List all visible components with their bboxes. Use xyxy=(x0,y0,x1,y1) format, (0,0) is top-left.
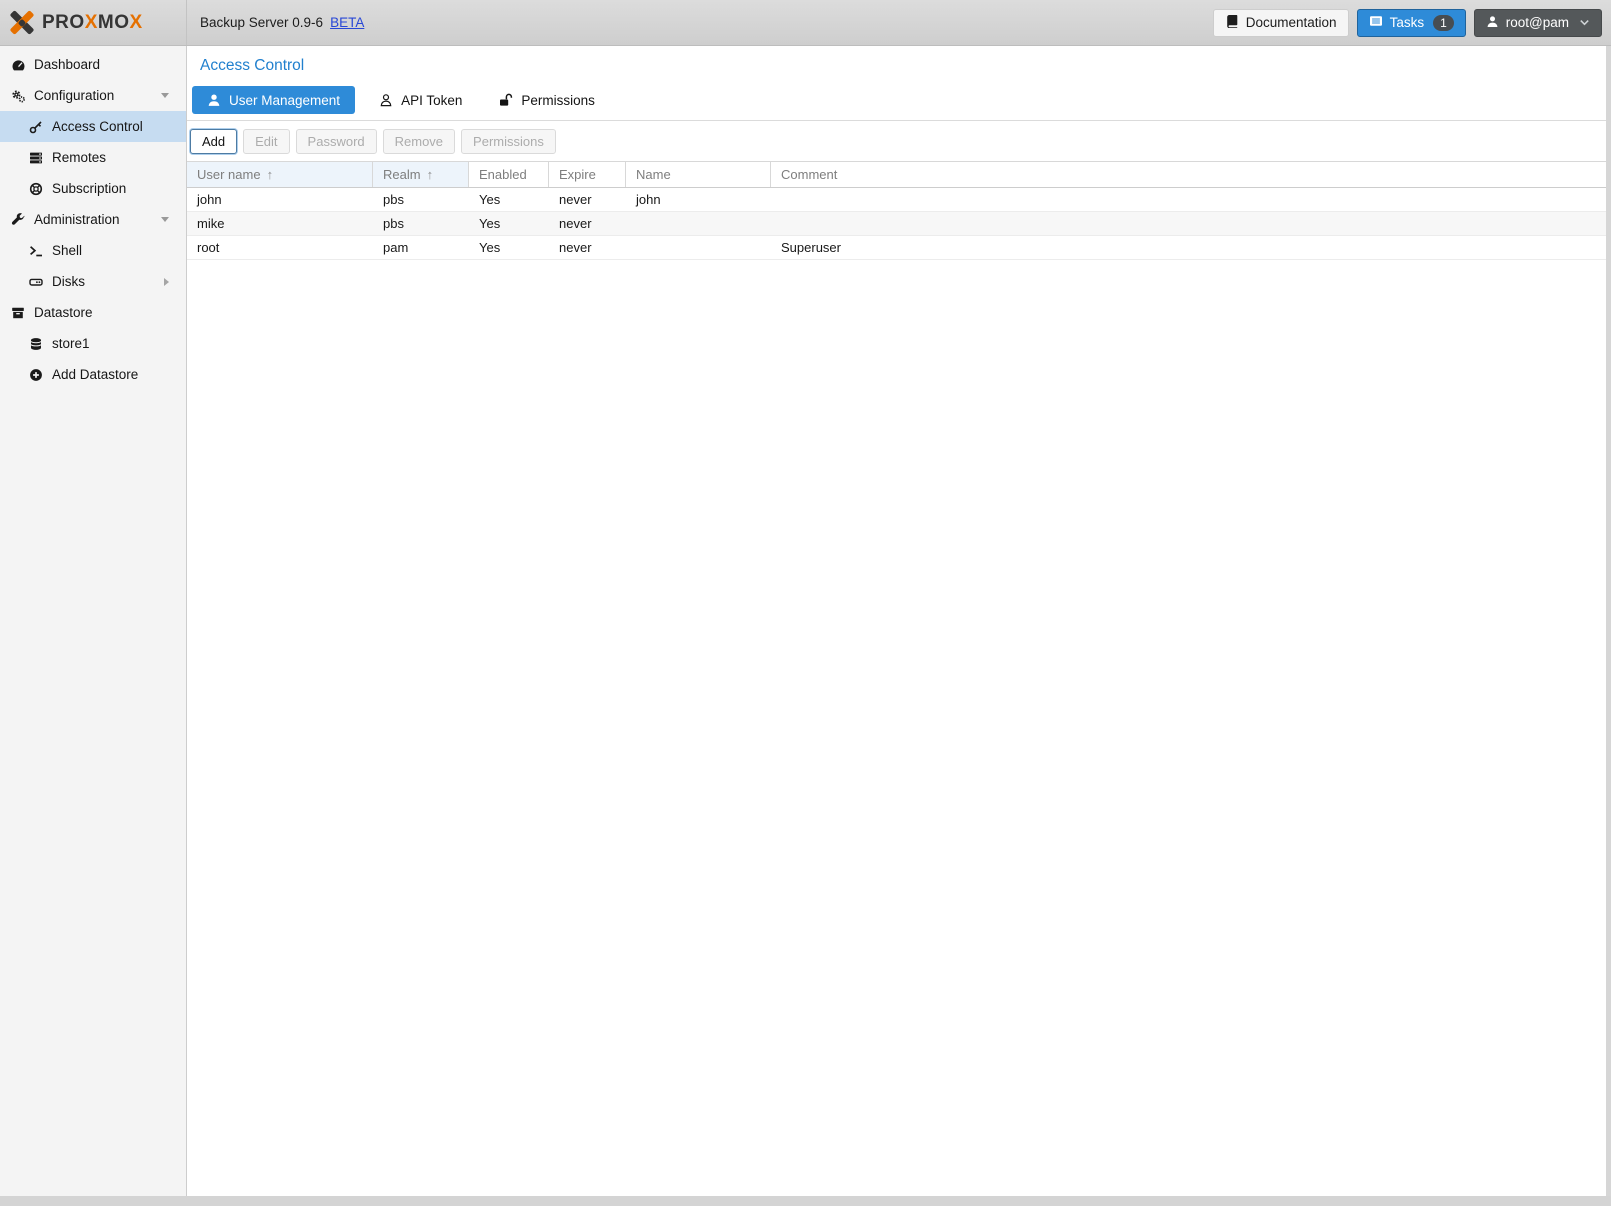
column-header-name[interactable]: Name xyxy=(626,162,771,187)
password-button[interactable]: Password xyxy=(296,129,377,154)
column-header-username[interactable]: User name ↑ xyxy=(187,162,373,187)
dashboard-icon xyxy=(10,58,26,72)
proxmox-logo: PROXMOX xyxy=(0,0,187,45)
caret-down-icon[interactable] xyxy=(161,93,169,98)
bottom-border-strip xyxy=(0,1196,1611,1206)
sidebar-item-label: Datastore xyxy=(34,305,93,320)
sidebar-item-shell[interactable]: Shell xyxy=(0,235,186,266)
sidebar-item-label: Add Datastore xyxy=(52,367,138,382)
table-header-row: User name ↑ Realm ↑ Enabled Expire Name … xyxy=(187,161,1606,188)
add-button[interactable]: Add xyxy=(190,129,237,154)
archive-box-icon xyxy=(10,306,26,320)
users-table: User name ↑ Realm ↑ Enabled Expire Name … xyxy=(187,161,1606,260)
sidebar-item-label: Access Control xyxy=(52,119,143,134)
product-version: Backup Server 0.9-6 xyxy=(200,15,323,30)
sidebar-item-store1[interactable]: store1 xyxy=(0,328,186,359)
remove-button[interactable]: Remove xyxy=(383,129,455,154)
book-icon xyxy=(1225,14,1239,31)
column-header-realm[interactable]: Realm ↑ xyxy=(373,162,469,187)
hdd-icon xyxy=(28,275,44,289)
sort-asc-icon: ↑ xyxy=(427,167,434,182)
plus-circle-icon xyxy=(28,368,44,382)
sidebar-item-access-control[interactable]: Access Control xyxy=(0,111,186,142)
top-bar: PROXMOX Backup Server 0.9-6 BETA Documen… xyxy=(0,0,1611,46)
chevron-down-icon xyxy=(1579,17,1590,28)
sidebar-item-dashboard[interactable]: Dashboard xyxy=(0,49,186,80)
sidebar-item-datastore[interactable]: Datastore xyxy=(0,297,186,328)
table-row-john[interactable]: john pbs Yes never john xyxy=(187,188,1606,212)
life-ring-icon xyxy=(28,182,44,196)
tab-user-management[interactable]: User Management xyxy=(192,86,355,114)
toolbar: Add Edit Password Remove Permissions xyxy=(187,121,1611,161)
content-area: Dashboard Configuration Access Control R… xyxy=(0,46,1611,1196)
sidebar-item-label: Dashboard xyxy=(34,57,100,72)
table-row-mike[interactable]: mike pbs Yes never xyxy=(187,212,1606,236)
user-icon xyxy=(1486,15,1499,31)
caret-down-icon[interactable] xyxy=(161,217,169,222)
user-outline-icon xyxy=(379,93,393,107)
sidebar-item-label: Administration xyxy=(34,212,120,227)
sidebar-item-administration[interactable]: Administration xyxy=(0,204,186,235)
permissions-button[interactable]: Permissions xyxy=(461,129,556,154)
gears-icon xyxy=(10,89,26,103)
scrollbar-track[interactable] xyxy=(1606,46,1611,1196)
server-icon xyxy=(28,151,44,165)
main-panel: Access Control User Management API Token… xyxy=(187,46,1611,1196)
sidebar-item-label: Subscription xyxy=(52,181,126,196)
sidebar-item-label: Remotes xyxy=(52,150,106,165)
tab-bar: User Management API Token Permissions xyxy=(187,86,1611,114)
task-list-icon xyxy=(1369,14,1383,31)
sort-asc-icon: ↑ xyxy=(267,167,274,182)
sidebar-item-configuration[interactable]: Configuration xyxy=(0,80,186,111)
column-header-expire[interactable]: Expire xyxy=(549,162,626,187)
documentation-button[interactable]: Documentation xyxy=(1213,9,1349,37)
sidebar: Dashboard Configuration Access Control R… xyxy=(0,46,187,1196)
column-header-enabled[interactable]: Enabled xyxy=(469,162,549,187)
sidebar-item-disks[interactable]: Disks xyxy=(0,266,186,297)
terminal-icon xyxy=(28,244,44,258)
sidebar-item-label: Shell xyxy=(52,243,82,258)
unlock-icon xyxy=(498,93,513,107)
sidebar-item-remotes[interactable]: Remotes xyxy=(0,142,186,173)
user-icon xyxy=(207,93,221,107)
wrench-icon xyxy=(10,213,26,227)
caret-right-icon[interactable] xyxy=(164,278,169,286)
beta-link[interactable]: BETA xyxy=(330,15,364,30)
proxmox-x-icon xyxy=(9,10,35,36)
sidebar-item-subscription[interactable]: Subscription xyxy=(0,173,186,204)
column-header-comment[interactable]: Comment xyxy=(771,162,1606,187)
edit-button[interactable]: Edit xyxy=(243,129,289,154)
tasks-count-badge: 1 xyxy=(1433,15,1454,31)
sidebar-item-label: store1 xyxy=(52,336,90,351)
user-menu-button[interactable]: root@pam xyxy=(1474,9,1602,37)
brand-text: PROXMOX xyxy=(42,12,143,34)
tab-api-token[interactable]: API Token xyxy=(367,86,474,114)
sidebar-item-label: Configuration xyxy=(34,88,114,103)
sidebar-item-add-datastore[interactable]: Add Datastore xyxy=(0,359,186,390)
page-title: Access Control xyxy=(200,57,1611,75)
key-icon xyxy=(28,120,44,134)
table-row-root[interactable]: root pam Yes never Superuser xyxy=(187,236,1606,260)
topbar-actions: Documentation Tasks 1 root@pam xyxy=(1213,9,1602,37)
tasks-button[interactable]: Tasks 1 xyxy=(1357,9,1466,37)
database-icon xyxy=(28,337,44,351)
tab-permissions[interactable]: Permissions xyxy=(486,86,607,114)
sidebar-item-label: Disks xyxy=(52,274,85,289)
